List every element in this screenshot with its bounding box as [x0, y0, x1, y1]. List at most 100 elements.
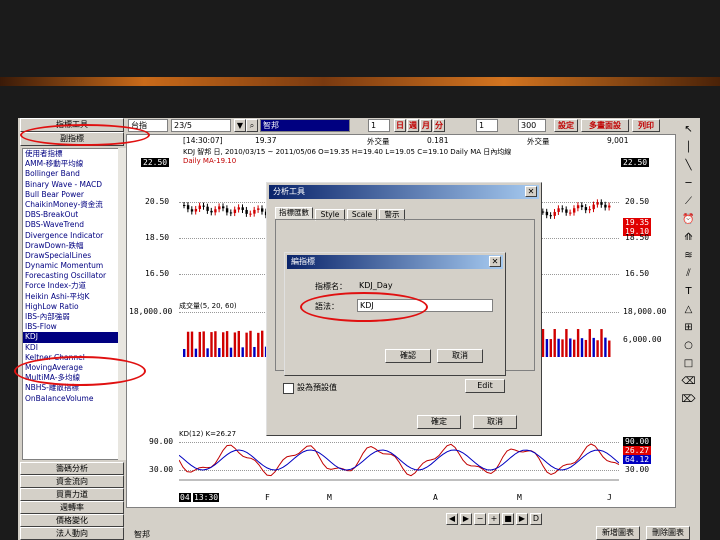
stop-icon[interactable]: ■ — [502, 513, 514, 525]
circle-icon[interactable]: ○ — [681, 338, 696, 353]
indicator-list-item[interactable]: HighLow Ratio — [23, 302, 119, 312]
edit-ok-button[interactable]: 確認 — [385, 349, 431, 363]
horizontal-line-icon[interactable]: ─ — [681, 176, 696, 191]
candle-body — [541, 211, 545, 213]
volume-bar — [580, 338, 584, 357]
volume-bar — [561, 339, 564, 357]
indicator-list-item[interactable]: 使用者指標 — [23, 149, 119, 159]
candle-body — [580, 205, 584, 208]
indicator-list-item[interactable]: Bollinger Band — [23, 169, 119, 179]
indicator-list-item[interactable]: Heikin Ashi-平均K — [23, 292, 119, 302]
indicator-list-item[interactable]: DrawDown-跌幅 — [23, 241, 119, 251]
channel-icon[interactable]: ⫽ — [681, 266, 696, 281]
y-label-kd-1: 90.00 — [149, 437, 174, 446]
indicator-list-item[interactable]: DrawSpecialLines — [23, 251, 119, 261]
volume-bar — [241, 347, 244, 357]
period-day-button[interactable]: 日 — [394, 119, 406, 132]
symbol-name-field[interactable]: 智邦 — [260, 119, 350, 132]
trend-line-icon[interactable]: ⟋ — [681, 194, 696, 209]
analysis-ok-button[interactable]: 確定 — [417, 415, 461, 429]
indicator-list-item[interactable]: KDI — [23, 343, 119, 353]
date-select[interactable]: 23/5 — [171, 119, 231, 132]
close-icon[interactable]: ✕ — [525, 186, 537, 197]
data-icon[interactable]: D — [530, 513, 542, 525]
search-icon[interactable]: ▼ — [234, 119, 246, 132]
analysis-cancel-button[interactable]: 取消 — [473, 415, 517, 429]
count-field[interactable]: 300 — [518, 119, 546, 132]
new-chart-button[interactable]: 新增圖表 — [596, 526, 640, 540]
indicator-list-item[interactable]: Binary Wave - MACD — [23, 180, 119, 190]
close-icon[interactable]: ✕ — [489, 256, 501, 267]
grid-icon[interactable]: ⊞ — [681, 320, 696, 335]
erase-icon[interactable]: ⌦ — [681, 392, 696, 407]
indicator-list-item[interactable]: DBS-BreakOut — [23, 210, 119, 220]
zoom-in-icon[interactable]: + — [488, 513, 500, 525]
indicator-list-item[interactable]: Forecasting Oscillator — [23, 271, 119, 281]
next-icon[interactable]: ▶ — [460, 513, 472, 525]
text-icon[interactable]: T — [681, 284, 696, 299]
indicator-list-item[interactable]: ChaikinMoney-資金流 — [23, 200, 119, 210]
indicator-list-item[interactable]: DBS-WaveTrend — [23, 220, 119, 230]
zoom-out-icon[interactable]: − — [474, 513, 486, 525]
rectangle-icon[interactable]: □ — [681, 356, 696, 371]
num1-field[interactable]: 1 — [368, 119, 390, 132]
candle-body — [237, 207, 240, 210]
volume-bar — [608, 340, 611, 357]
edit-cancel-button[interactable]: 取消 — [437, 349, 483, 363]
left-nav-button[interactable]: 週轉率 — [20, 501, 124, 514]
right-volume-label-2: 6,000.00 — [623, 335, 662, 344]
indicator-list-item[interactable]: IBS-內部強弱 — [23, 312, 119, 322]
bottom-symbol: 智邦 — [134, 530, 150, 539]
default-checkbox[interactable] — [283, 383, 294, 394]
indicator-list-item[interactable]: KDJ — [23, 332, 119, 343]
alarm-icon[interactable]: ⏰ — [681, 212, 696, 227]
y-label-price-4: 16.50 — [145, 269, 170, 278]
vertical-line-icon[interactable]: │ — [681, 140, 696, 155]
multi-screen-button[interactable]: 多畫面設 — [581, 119, 629, 132]
left-nav-button[interactable]: 籌碼分析 — [20, 462, 124, 475]
delete-chart-button[interactable]: 刪除圖表 — [646, 526, 690, 540]
period-week-button[interactable]: 週 — [407, 119, 419, 132]
volume-bar — [541, 329, 545, 357]
tab-indicator-params[interactable]: 指標匯數 — [275, 207, 313, 219]
candle-body — [257, 208, 260, 210]
indicator-list-item[interactable]: OnBalanceVolume — [23, 394, 119, 404]
fibonacci-icon[interactable]: ≋ — [681, 248, 696, 263]
y-label-volume: 18,000.00 — [129, 307, 173, 316]
triangle-icon[interactable]: △ — [681, 302, 696, 317]
volume-bar — [596, 340, 599, 357]
edit-button[interactable]: Edit — [465, 379, 505, 393]
volume-bar — [569, 338, 572, 357]
left-nav-button[interactable]: 價格變化 — [20, 514, 124, 527]
indicator-list-item[interactable]: Dynamic Momentum — [23, 261, 119, 271]
settings-button[interactable]: 設定 — [554, 119, 578, 132]
left-nav-button[interactable]: 法人動向 — [20, 527, 124, 540]
candle-body — [588, 209, 591, 211]
prev-icon[interactable]: ◀ — [446, 513, 458, 525]
indicator-list-item[interactable]: Bull Bear Power — [23, 190, 119, 200]
indicator-list-item[interactable]: AMM-移動平均線 — [23, 159, 119, 169]
period-month-button[interactable]: 月 — [420, 119, 432, 132]
clear-icon[interactable]: ⌫ — [681, 374, 696, 389]
left-nav-button[interactable]: 買賣力道 — [20, 488, 124, 501]
play-icon[interactable]: ▶ — [516, 513, 528, 525]
search-button-icon[interactable]: ⌕ — [246, 119, 258, 132]
candle-body — [218, 206, 221, 210]
fan-icon[interactable]: ⟰ — [681, 230, 696, 245]
num2-field[interactable]: 1 — [476, 119, 498, 132]
candle-body — [229, 212, 233, 214]
period-minute-button[interactable]: 分 — [433, 119, 445, 132]
x-label-day: 04 — [179, 493, 191, 502]
kd-d-value-badge: 64.12 — [623, 455, 652, 464]
volume-bar — [573, 339, 576, 357]
diagonal-line-icon[interactable]: ╲ — [681, 158, 696, 173]
indicator-list-scrollbar[interactable] — [118, 148, 126, 460]
volume-bar — [253, 346, 256, 357]
indicator-list-item[interactable]: IBS-Flow — [23, 322, 119, 332]
indicator-list-item[interactable]: Force Index-力道 — [23, 281, 119, 291]
indicator-list-item[interactable]: Divergence Indicator — [23, 231, 119, 241]
candle-body — [592, 204, 595, 210]
print-button[interactable]: 列印 — [632, 119, 660, 132]
pointer-icon[interactable]: ↖ — [681, 122, 696, 137]
left-nav-button[interactable]: 資金流向 — [20, 475, 124, 488]
